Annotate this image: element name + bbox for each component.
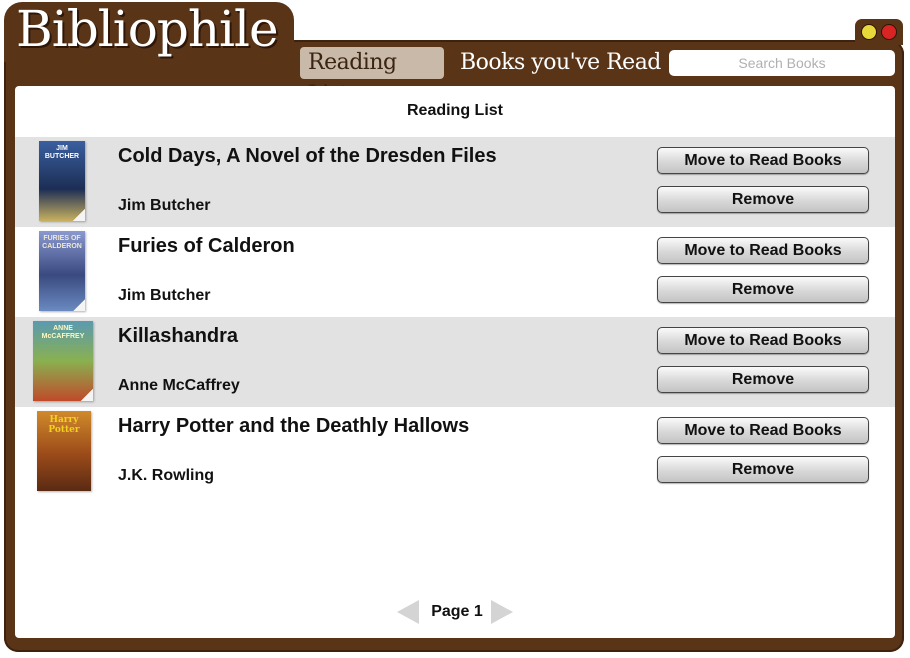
book-cover-image: ANNE McCAFFREY [33,321,93,401]
cover-text: Harry Potter [48,415,80,435]
book-row: FURIES OF CALDERON Furies of Calderon Ji… [15,227,895,317]
book-cover-image: Harry Potter [37,411,91,491]
cover-text: JIM BUTCHER [44,145,80,160]
remove-button[interactable]: Remove [657,186,869,213]
page-curl-icon [81,389,93,401]
book-cover-image: FURIES OF CALDERON [39,231,85,311]
cover-text: FURIES OF CALDERON [42,235,82,250]
pagination: Page 1 [15,599,895,625]
minimize-button[interactable] [861,24,877,40]
search-input[interactable] [669,50,895,76]
tab-books-read[interactable]: Books you've Read [452,47,669,79]
move-to-read-button[interactable]: Move to Read Books [657,327,869,354]
remove-button[interactable]: Remove [657,456,869,483]
tab-reading-list[interactable]: Reading List [300,47,444,107]
move-to-read-button[interactable]: Move to Read Books [657,417,869,444]
page-curl-icon [73,209,85,221]
cover-text: ANNE McCAFFREY [41,325,85,340]
book-author: J.K. Rowling [118,467,214,484]
next-page-icon[interactable] [491,600,513,624]
close-button[interactable] [881,24,897,40]
book-title: Cold Days, A Novel of the Dresden Files [118,145,497,167]
remove-button[interactable]: Remove [657,276,869,303]
book-author: Anne McCaffrey [118,377,240,394]
page-title: Reading List [406,102,503,119]
book-title: Furies of Calderon [118,235,295,257]
book-row: Harry Potter Harry Potter and the Deathl… [15,407,895,497]
book-row: ANNE McCAFFREY Killashandra Anne McCaffr… [15,317,895,407]
book-author: Jim Butcher [118,287,211,304]
move-to-read-button[interactable]: Move to Read Books [657,237,869,264]
book-title: Harry Potter and the Deathly Hallows [118,415,470,437]
page-indicator: Page 1 [431,603,483,620]
book-author: Jim Butcher [118,197,211,214]
remove-button[interactable]: Remove [657,366,869,393]
book-cover-image: JIM BUTCHER [39,141,85,221]
move-to-read-button[interactable]: Move to Read Books [657,147,869,174]
page-curl-icon [73,299,85,311]
book-row: JIM BUTCHER Cold Days, A Novel of the Dr… [15,137,895,227]
reading-list-panel: Reading List JIM BUTCHER Cold Days, A No… [15,86,895,638]
book-title: Killashandra [118,325,239,347]
window-controls [855,19,903,45]
previous-page-icon[interactable] [397,600,419,624]
app-logo: Bibliophile [16,0,279,58]
logo-tab: Bibliophile [4,0,294,62]
